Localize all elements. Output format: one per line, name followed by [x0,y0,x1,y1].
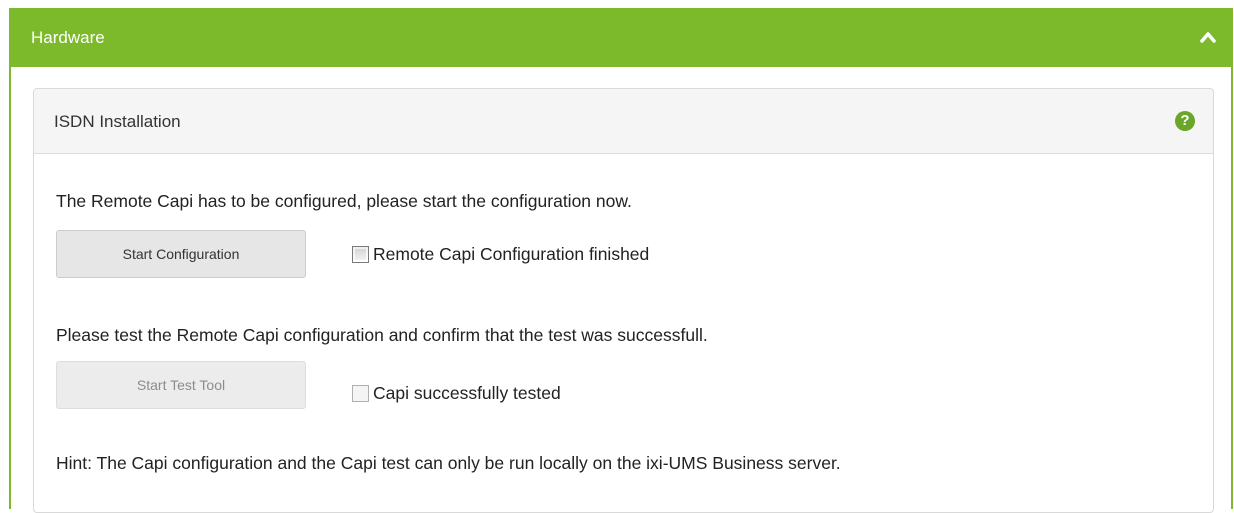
chevron-up-icon[interactable] [1199,30,1217,44]
test-success-label: Capi successfully tested [373,383,561,403]
config-finished-checkbox[interactable] [352,245,369,263]
config-finished-label: Remote Capi Configuration finished [373,244,650,264]
test-text: Please test the Remote Capi configuratio… [56,325,708,345]
question-circle-icon[interactable]: ? [1175,111,1195,131]
test-success-checkbox[interactable] [352,384,369,402]
intro-text: The Remote Capi has to be configured, pl… [56,191,632,211]
hint-text: Hint: The Capi configuration and the Cap… [56,453,841,473]
hardware-section: Hardware ISDN Installation ? The Remote … [9,8,1233,513]
panel-title: ISDN Installation [54,112,181,131]
section-header[interactable]: Hardware [11,8,1231,67]
start-test-tool-button[interactable]: Start Test Tool [56,361,306,409]
start-configuration-button[interactable]: Start Configuration [56,230,306,278]
panel-header: ISDN Installation ? [34,89,1213,154]
section-title: Hardware [31,28,105,47]
isdn-installation-panel: ISDN Installation ? The Remote Capi has … [33,88,1214,513]
test-success-checkbox-row[interactable]: Capi successfully tested [352,382,561,404]
config-finished-checkbox-row[interactable]: Remote Capi Configuration finished [352,243,649,265]
